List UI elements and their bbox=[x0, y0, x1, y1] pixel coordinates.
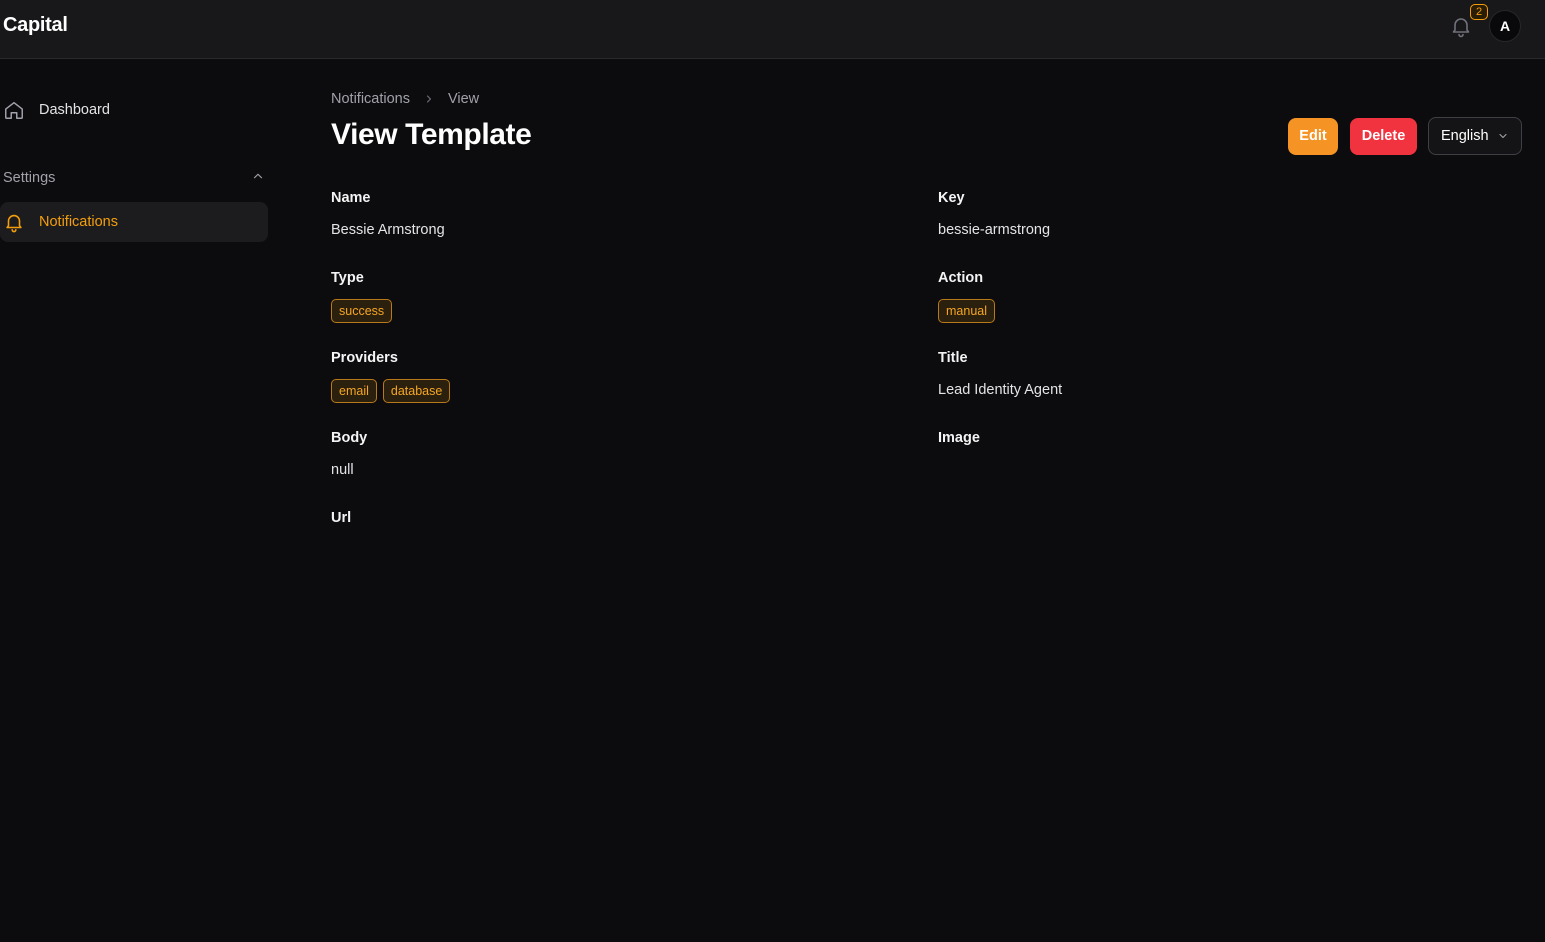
chevron-up-icon bbox=[251, 169, 265, 188]
field-value: bessie-armstrong bbox=[938, 222, 1051, 238]
bell-icon bbox=[1452, 18, 1470, 38]
type-badge: success bbox=[331, 299, 393, 323]
edit-button[interactable]: Edit bbox=[1288, 117, 1338, 155]
home-icon bbox=[3, 99, 33, 121]
field-label: Body bbox=[331, 430, 368, 446]
sidebar-group-label: Settings bbox=[3, 170, 56, 186]
provider-badge: database bbox=[382, 379, 451, 403]
field-label: Key bbox=[938, 190, 965, 206]
field-title: Title Lead Identity Agent bbox=[938, 350, 1498, 398]
sidebar: Dashboard Settings Notifications bbox=[0, 59, 290, 942]
provider-badge: email bbox=[331, 379, 377, 403]
language-select[interactable]: English bbox=[1428, 117, 1522, 155]
brand-logo[interactable]: Capital bbox=[3, 14, 68, 37]
breadcrumb-current: View bbox=[447, 91, 480, 107]
bell-icon bbox=[3, 211, 33, 233]
page-title: View Template bbox=[331, 118, 532, 151]
field-name: Name Bessie Armstrong bbox=[331, 190, 891, 238]
breadcrumb-link-notifications[interactable]: Notifications bbox=[331, 91, 410, 107]
delete-button[interactable]: Delete bbox=[1350, 117, 1417, 155]
sidebar-item-label: Dashboard bbox=[39, 102, 110, 118]
top-bar: Capital 2 A bbox=[0, 0, 1545, 59]
sidebar-item-notifications[interactable]: Notifications bbox=[0, 202, 268, 242]
language-select-value: English bbox=[1441, 128, 1489, 144]
field-value: Lead Identity Agent bbox=[938, 382, 1063, 398]
chevron-down-icon bbox=[1497, 130, 1509, 142]
field-label: Image bbox=[938, 430, 980, 446]
field-value: Bessie Armstrong bbox=[331, 222, 445, 238]
field-url: Url bbox=[331, 510, 891, 526]
action-badge: manual bbox=[938, 299, 995, 323]
badge-list: success bbox=[331, 299, 398, 323]
field-key: Key bessie-armstrong bbox=[938, 190, 1498, 238]
badge-list: manual bbox=[938, 299, 1001, 323]
field-image: Image bbox=[938, 430, 1498, 446]
user-avatar[interactable]: A bbox=[1489, 10, 1521, 42]
badge-list: email database bbox=[331, 379, 456, 403]
field-action: Action manual bbox=[938, 270, 1498, 323]
field-type: Type success bbox=[331, 270, 891, 323]
sidebar-item-label: Notifications bbox=[39, 214, 118, 230]
notification-count-badge: 2 bbox=[1470, 4, 1488, 20]
field-label: Url bbox=[331, 510, 352, 526]
page-actions: Edit Delete English bbox=[1288, 117, 1522, 155]
field-body: Body null bbox=[331, 430, 891, 478]
field-label: Type bbox=[331, 270, 364, 286]
field-label: Action bbox=[938, 270, 984, 286]
notifications-bell-button[interactable] bbox=[1449, 14, 1473, 38]
field-value: null bbox=[331, 462, 354, 478]
breadcrumb: Notifications View bbox=[331, 91, 479, 107]
sidebar-item-dashboard[interactable]: Dashboard bbox=[0, 90, 268, 130]
field-providers: Providers email database bbox=[331, 350, 891, 403]
chevron-right-icon bbox=[423, 93, 435, 105]
field-label: Name bbox=[331, 190, 371, 206]
field-label: Title bbox=[938, 350, 968, 366]
sidebar-group-settings[interactable]: Settings bbox=[3, 167, 265, 189]
field-label: Providers bbox=[331, 350, 398, 366]
